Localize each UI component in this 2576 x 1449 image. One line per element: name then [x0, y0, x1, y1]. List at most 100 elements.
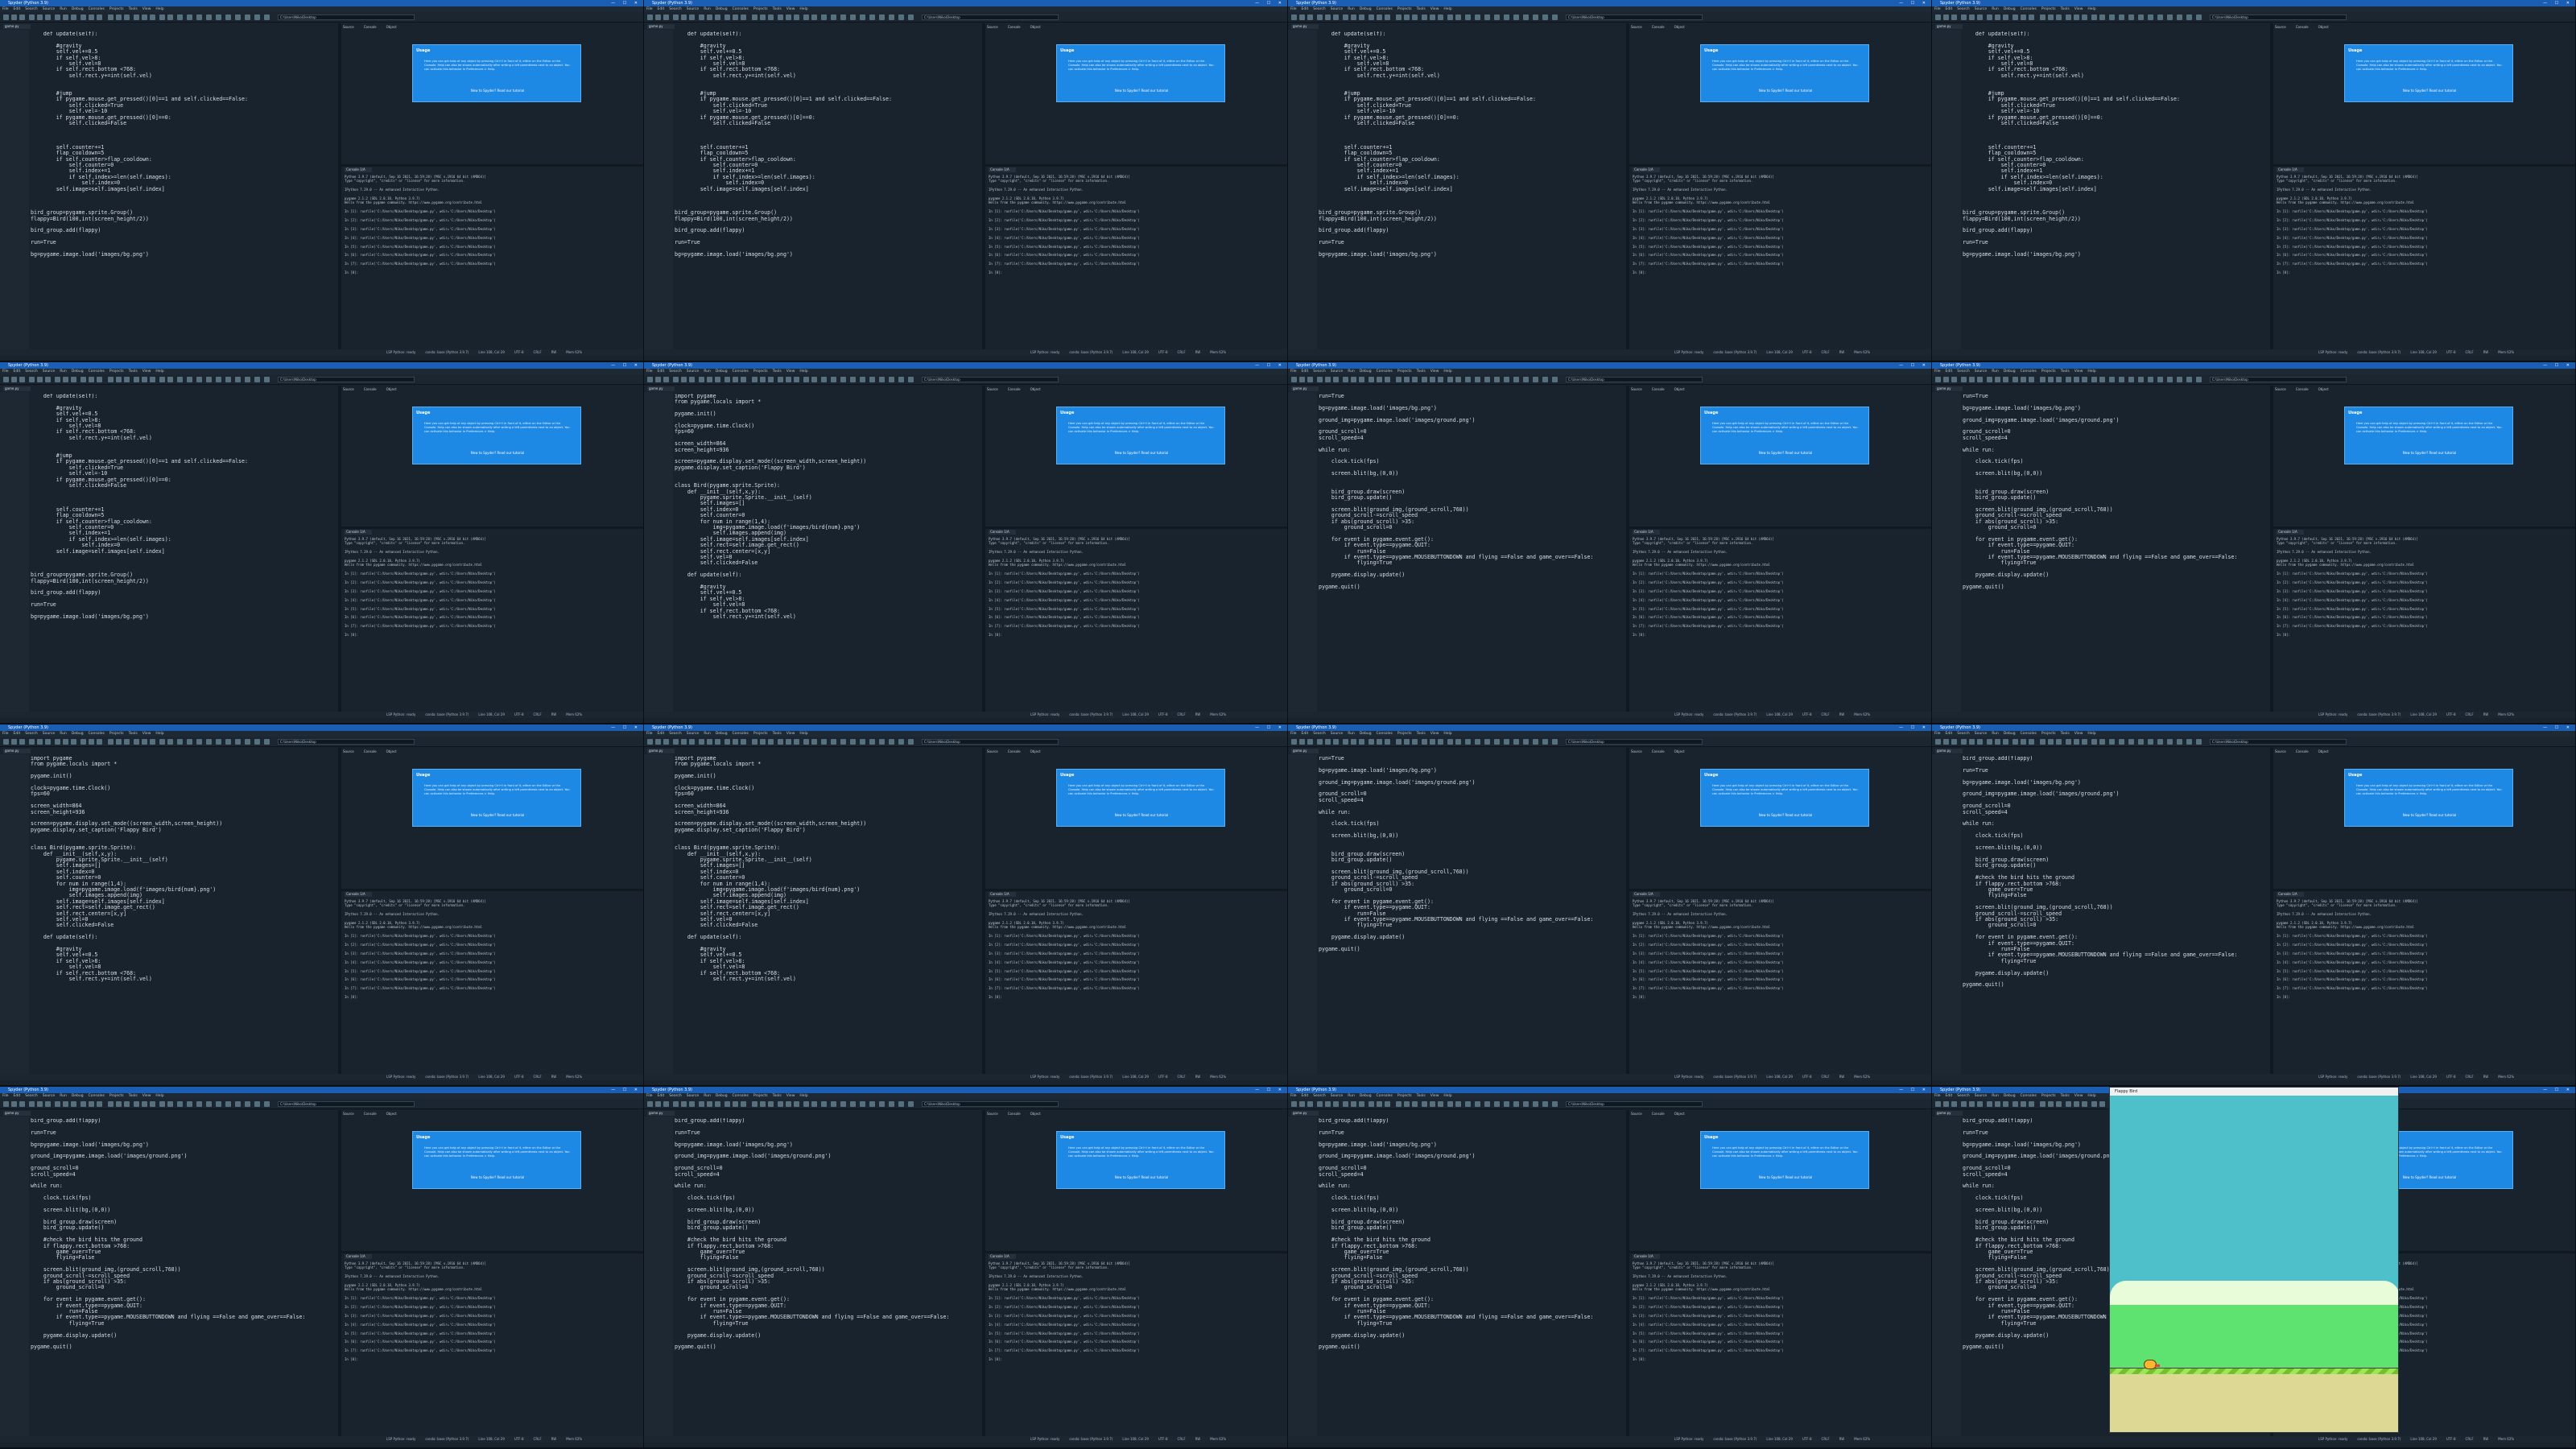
menu-item-edit[interactable]: Edit	[14, 7, 21, 11]
toolbar-button-icon[interactable]	[2040, 1101, 2046, 1107]
toolbar-button-icon[interactable]	[733, 739, 738, 745]
menu-item-file[interactable]: File	[2, 369, 9, 374]
toolbar-button-icon[interactable]	[707, 739, 712, 745]
code-text[interactable]: bird_group.add(flappy) run=True bg=pygam…	[1963, 756, 2267, 1074]
code-editor[interactable]: game.py bird_group.add(flappy) run=True …	[1932, 748, 2270, 1074]
toolbar-button-icon[interactable]	[2099, 1101, 2105, 1107]
help-tab-object[interactable]: Object	[386, 25, 397, 29]
tutorial-link[interactable]: New to Spyder? Read our tutorial	[1057, 1175, 1226, 1179]
toolbar-button-icon[interactable]	[1299, 14, 1305, 20]
toolbar-button-icon[interactable]	[1412, 739, 1418, 745]
toolbar-button-icon[interactable]	[1317, 739, 1323, 745]
toolbar-button-icon[interactable]	[235, 377, 241, 382]
toolbar-button-icon[interactable]	[821, 377, 827, 382]
toolbar-button-icon[interactable]	[116, 1101, 122, 1107]
menu-item-search[interactable]: Search	[25, 7, 37, 11]
menu-item-tools[interactable]: Tools	[129, 7, 138, 11]
toolbar-button-icon[interactable]	[225, 377, 231, 382]
toolbar-button-icon[interactable]	[63, 739, 68, 745]
help-tab-object[interactable]: Object	[1674, 387, 1685, 391]
toolbar-button-icon[interactable]	[124, 739, 130, 745]
menu-item-help[interactable]: Help	[799, 7, 807, 11]
toolbar-button-icon[interactable]	[2099, 377, 2105, 382]
menu-item-run[interactable]: Run	[1992, 732, 1999, 736]
toolbar-button-icon[interactable]	[663, 1101, 669, 1107]
toolbar-button-icon[interactable]	[879, 14, 885, 20]
menu-item-view[interactable]: View	[1430, 1094, 1439, 1098]
toolbar-button-icon[interactable]	[1935, 1101, 1941, 1107]
toolbar-button-icon[interactable]	[2119, 739, 2124, 745]
toolbar-button-icon[interactable]	[1943, 14, 1949, 20]
console-output[interactable]: Python 3.9.7 (default, Sep 16 2021, 16:5…	[2277, 175, 2566, 344]
toolbar-button-icon[interactable]	[225, 14, 231, 20]
toolbar-button-icon[interactable]	[715, 377, 720, 382]
menu-item-tools[interactable]: Tools	[773, 732, 782, 736]
toolbar-button-icon[interactable]	[724, 739, 730, 745]
menu-item-debug[interactable]: Debug	[72, 1094, 84, 1098]
menu-item-help[interactable]: Help	[2087, 369, 2095, 374]
toolbar-button-icon[interactable]	[1504, 739, 1509, 745]
toolbar-button-icon[interactable]	[1447, 739, 1453, 745]
window-controls[interactable]: — ☐ ✕	[2543, 1087, 2573, 1093]
toolbar-button-icon[interactable]	[37, 1101, 43, 1107]
menu-item-source[interactable]: Source	[687, 732, 699, 736]
toolbar-button-icon[interactable]	[1325, 1101, 1331, 1107]
toolbar-button-icon[interactable]	[264, 377, 270, 382]
toolbar-button-icon[interactable]	[1969, 1101, 1975, 1107]
toolbar-button-icon[interactable]	[19, 377, 25, 382]
working-directory-field[interactable]: C:\Users\Niko\Desktop	[1566, 377, 1703, 382]
toolbar-button-icon[interactable]	[821, 1101, 827, 1107]
help-tab-console[interactable]: Console	[1008, 387, 1021, 391]
toolbar-button-icon[interactable]	[1438, 739, 1443, 745]
toolbar-button-icon[interactable]	[1377, 1101, 1382, 1107]
tutorial-link[interactable]: New to Spyder? Read our tutorial	[2345, 451, 2514, 455]
ipython-console[interactable]: Console 1/A Python 3.9.7 (default, Sep 1…	[1629, 529, 1931, 712]
menu-item-projects[interactable]: Projects	[2041, 732, 2056, 736]
toolbar-button-icon[interactable]	[860, 739, 865, 745]
toolbar-button-icon[interactable]	[45, 1101, 51, 1107]
toolbar-button-icon[interactable]	[1396, 739, 1402, 745]
toolbar-button-icon[interactable]	[63, 1101, 68, 1107]
toolbar-button-icon[interactable]	[108, 739, 114, 745]
toolbar-button-icon[interactable]	[681, 739, 687, 745]
toolbar-button-icon[interactable]	[699, 377, 704, 382]
toolbar-button-icon[interactable]	[2167, 377, 2173, 382]
toolbar-button-icon[interactable]	[245, 377, 250, 382]
toolbar-button-icon[interactable]	[177, 1101, 183, 1107]
toolbar-button-icon[interactable]	[768, 1101, 774, 1107]
console-tab[interactable]: Console 1/A	[989, 530, 1016, 535]
menu-item-source[interactable]: Source	[43, 1094, 55, 1098]
toolbar-button-icon[interactable]	[1447, 377, 1453, 382]
toolbar-button-icon[interactable]	[124, 377, 130, 382]
toolbar-button-icon[interactable]	[264, 14, 270, 20]
ipython-console[interactable]: Console 1/A Python 3.9.7 (default, Sep 1…	[985, 167, 1287, 349]
toolbar-button-icon[interactable]	[196, 1101, 202, 1107]
toolbar-button-icon[interactable]	[19, 739, 25, 745]
toolbar-button-icon[interactable]	[108, 14, 114, 20]
menu-item-view[interactable]: View	[142, 7, 151, 11]
toolbar-button-icon[interactable]	[1368, 377, 1374, 382]
toolbar-button-icon[interactable]	[97, 377, 102, 382]
toolbar-button-icon[interactable]	[786, 739, 791, 745]
toolbar-button-icon[interactable]	[908, 1101, 914, 1107]
code-text[interactable]: def update(self): #gravity self.vel+=0.5…	[31, 394, 335, 712]
menu-item-view[interactable]: View	[142, 732, 151, 736]
menu-item-source[interactable]: Source	[1331, 369, 1343, 374]
menu-item-tools[interactable]: Tools	[2061, 1094, 2070, 1098]
toolbar-button-icon[interactable]	[1961, 14, 1967, 20]
toolbar-button-icon[interactable]	[2091, 377, 2097, 382]
toolbar-button-icon[interactable]	[116, 739, 122, 745]
toolbar-button-icon[interactable]	[97, 14, 102, 20]
toolbar-button-icon[interactable]	[1438, 14, 1443, 20]
toolbar-button-icon[interactable]	[786, 14, 791, 20]
menu-item-consoles[interactable]: Consoles	[1377, 1094, 1393, 1098]
toolbar-button-icon[interactable]	[80, 14, 86, 20]
toolbar-button-icon[interactable]	[707, 14, 712, 20]
working-directory-field[interactable]: C:\Users\Niko\Desktop	[2210, 377, 2347, 382]
toolbar-button-icon[interactable]	[724, 1101, 730, 1107]
window-controls[interactable]: — ☐ ✕	[1899, 0, 1929, 6]
editor-tab[interactable]: game.py	[647, 749, 675, 753]
toolbar-button-icon[interactable]	[1325, 377, 1331, 382]
toolbar-button-icon[interactable]	[264, 1101, 270, 1107]
console-output[interactable]: Python 3.9.7 (default, Sep 16 2021, 16:5…	[345, 899, 634, 1068]
